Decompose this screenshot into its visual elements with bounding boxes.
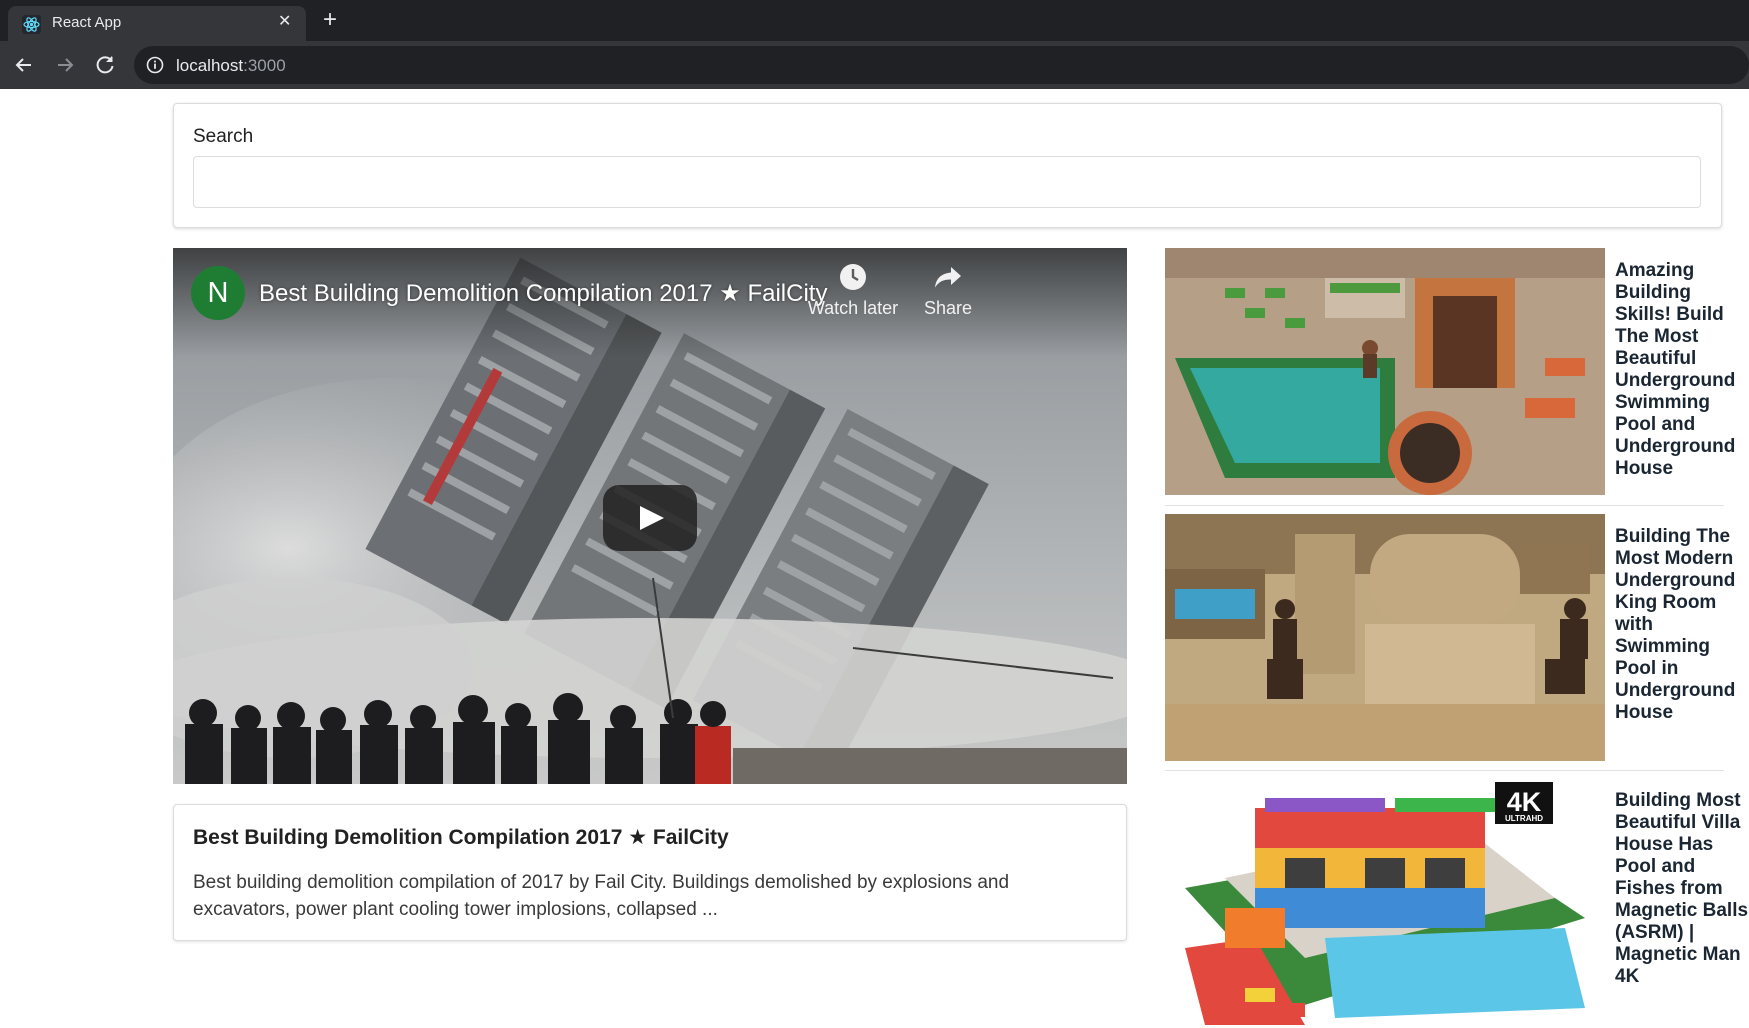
share-button[interactable]: Share (898, 262, 998, 319)
clock-icon (840, 264, 866, 290)
react-favicon-icon (22, 15, 41, 34)
video-item-title[interactable]: Building The Most Modern Underground Kin… (1615, 526, 1749, 724)
site-info-icon[interactable] (146, 56, 164, 74)
4k-badge-text: 4K (1507, 787, 1542, 817)
url-port: :3000 (243, 56, 286, 75)
video-detail-description: Best building demolition compilation of … (193, 872, 1010, 920)
video-item-title[interactable]: Amazing Building Skills! Build The Most … (1615, 260, 1749, 480)
video-detail-card: Best Building Demolition Compilation 201… (173, 804, 1127, 941)
address-bar[interactable]: localhost:3000 (134, 46, 1749, 84)
video-list: Amazing Building Skills! Build The Most … (1165, 248, 1749, 1028)
browser-tab[interactable]: React App ✕ (8, 6, 306, 41)
search-input[interactable] (193, 156, 1701, 208)
player-video-title[interactable]: Best Building Demolition Compilation 201… (259, 279, 827, 308)
video-thumbnail[interactable] (1165, 248, 1605, 495)
video-player[interactable]: N Best Building Demolition Compilation 2… (173, 248, 1127, 784)
search-panel: Search (173, 103, 1722, 228)
browser-toolbar: localhost:3000 (0, 41, 1749, 89)
ultrahd-badge-text: ULTRAHD (1505, 814, 1543, 823)
share-label: Share (923, 298, 973, 318)
browser-tab-strip: React App ✕ + (0, 0, 1749, 41)
url-text: localhost:3000 (176, 56, 286, 76)
video-thumbnail[interactable]: 4K ULTRAHD (1165, 778, 1605, 1025)
back-arrow-icon[interactable] (12, 53, 36, 77)
list-divider (1165, 505, 1724, 506)
play-icon (640, 506, 664, 530)
video-thumbnail[interactable] (1165, 514, 1605, 761)
forward-arrow-icon[interactable] (53, 53, 77, 77)
share-icon (935, 267, 961, 288)
video-item-title[interactable]: Building Most Beautiful Villa House Has … (1615, 790, 1749, 988)
new-tab-button[interactable]: + (323, 6, 337, 34)
list-divider (1165, 770, 1724, 771)
watch-later-label: Watch later (807, 298, 899, 318)
tab-close-icon[interactable]: ✕ (278, 12, 291, 32)
tab-title: React App (52, 14, 122, 31)
watch-later-button[interactable]: Watch later (803, 262, 903, 319)
channel-avatar[interactable]: N (191, 266, 245, 320)
reload-icon[interactable] (93, 53, 117, 77)
video-detail-title: Best Building Demolition Compilation 201… (193, 826, 729, 849)
search-label: Search (193, 126, 254, 147)
play-button[interactable] (603, 485, 697, 551)
url-host: localhost (176, 56, 244, 75)
